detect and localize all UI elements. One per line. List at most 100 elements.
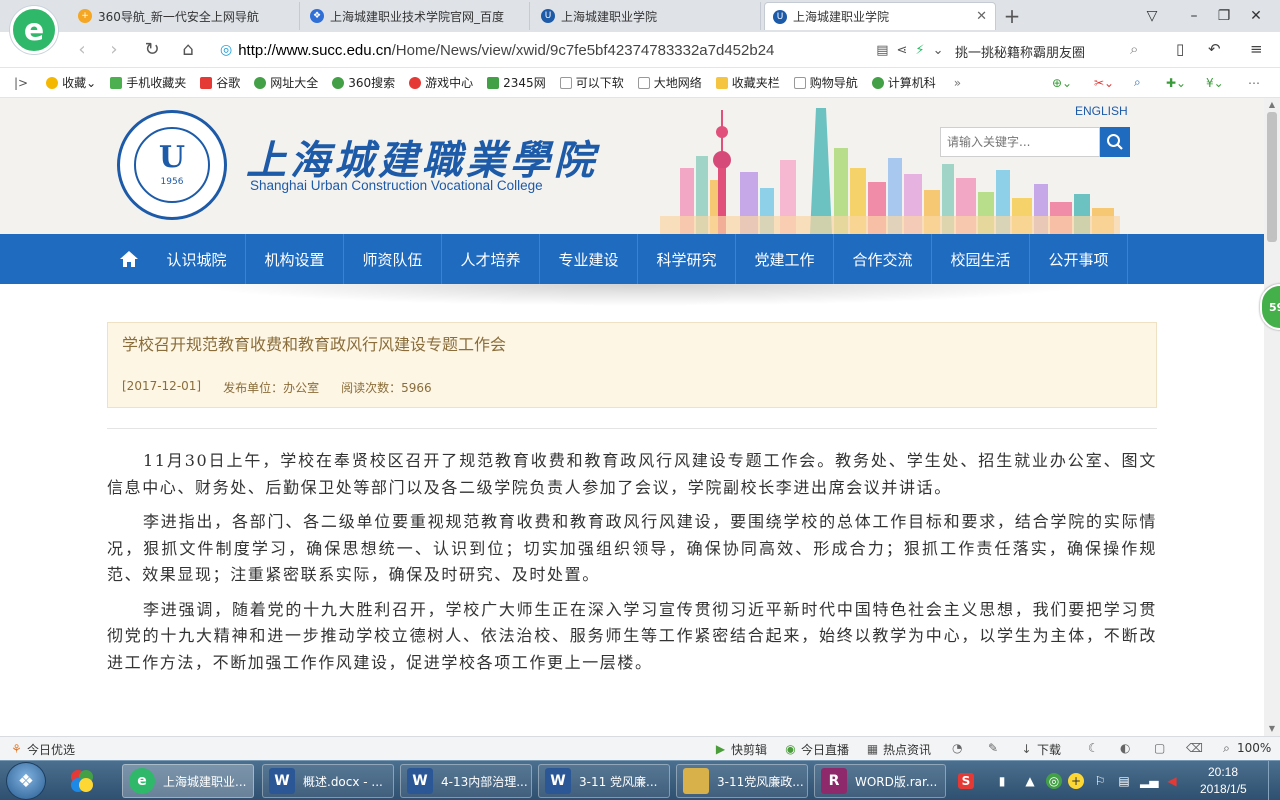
more-bookmarks-icon[interactable]: » — [954, 76, 961, 90]
new-tab-plus-icon[interactable]: + — [1000, 4, 1024, 28]
school-seal-logo[interactable]: U 1956 — [117, 110, 227, 220]
360-search-icon — [332, 76, 345, 89]
reload-icon[interactable]: ↻ — [140, 39, 164, 61]
delete-icon[interactable]: ⌫ — [1186, 741, 1203, 755]
bookmark-item[interactable]: 收藏 ⌄ — [46, 74, 96, 91]
sound-icon[interactable]: ◐ — [1120, 741, 1130, 755]
bookmark-item[interactable]: 手机收藏夹 — [110, 74, 186, 91]
close-icon[interactable]: ✕ — [968, 9, 987, 24]
nav-item-cooperation[interactable]: 合作交流 — [834, 234, 932, 284]
site-search-input[interactable] — [940, 127, 1100, 157]
more-tools-icon[interactable]: ⋯ — [1248, 76, 1260, 90]
close-window-icon[interactable]: ✕ — [1242, 5, 1270, 27]
share-icon[interactable]: ⋖ — [897, 43, 908, 58]
browser-tab-3-active[interactable]: U 上海城建职业学院 ✕ — [764, 2, 996, 30]
taskbar-item-word-1[interactable]: W 概述.docx - ... — [262, 764, 394, 798]
game-controller-icon[interactable]: ✚⌄ — [1166, 76, 1186, 90]
sidebar-toggle-icon[interactable]: |> — [14, 76, 28, 90]
undo-icon[interactable]: ↶ — [1208, 40, 1221, 58]
url-bar[interactable]: ◎ http://www.succ.edu.cn/Home/News/view/… — [220, 37, 948, 63]
chevron-down-icon[interactable]: ⌄ — [933, 43, 944, 58]
hot-news[interactable]: ▦ 热点资讯 — [866, 741, 931, 758]
nav-item-campus-life[interactable]: 校园生活 — [932, 234, 1030, 284]
moon-night-icon[interactable]: ☾ — [1088, 741, 1099, 755]
bookmark-item[interactable]: 计算机科 — [871, 74, 936, 91]
clipboard-icon[interactable]: ▤ — [1116, 773, 1132, 789]
home-icon[interactable] — [110, 234, 148, 284]
bookmark-item[interactable]: 谷歌 — [200, 74, 240, 91]
speed-icon[interactable]: ◔ — [952, 741, 962, 755]
nav-item-public-affairs[interactable]: 公开事项 — [1030, 234, 1128, 284]
minimize-icon[interactable]: – — [1180, 5, 1208, 27]
nav-item-faculty[interactable]: 师资队伍 — [344, 234, 442, 284]
browser-tab-0[interactable]: + 360导航_新一代安全上网导航 — [70, 2, 300, 30]
back-arrow-icon[interactable]: ‹ — [70, 39, 94, 61]
volume-muted-icon[interactable]: ◀ — [1164, 773, 1180, 789]
restore-icon[interactable]: ❐ — [1210, 5, 1238, 27]
browser-logo-icon[interactable]: e — [10, 6, 58, 54]
nav-item-research[interactable]: 科学研究 — [638, 234, 736, 284]
shopping-yen-icon[interactable]: ¥⌄ — [1206, 76, 1224, 90]
clock-date[interactable]: 2018/1/5 — [1200, 782, 1247, 796]
bookmark-item[interactable]: 360搜索 — [332, 74, 395, 91]
downloads[interactable]: ↓ 下载 — [1020, 741, 1061, 758]
zoom-level[interactable]: ⌕ 100% — [1220, 741, 1271, 755]
search-tool-icon[interactable]: ⌕ — [1134, 75, 1141, 90]
site-search-button[interactable] — [1100, 127, 1130, 157]
extension-translate-icon[interactable]: ⊕⌄ — [1052, 76, 1072, 90]
home-icon[interactable]: ⌂ — [176, 39, 200, 61]
360-guard-icon[interactable]: + — [1068, 773, 1084, 789]
screenshot-scissors-icon[interactable]: ✂⌄ — [1094, 76, 1114, 90]
bookmark-item[interactable]: 购物导航 — [793, 74, 858, 91]
quick-edit[interactable]: ▶ 快剪辑 — [714, 741, 767, 758]
scroll-down-icon[interactable]: ▼ — [1264, 722, 1280, 736]
usb-device-icon[interactable]: ▮ — [994, 773, 1010, 789]
sogou-input-icon[interactable]: S — [958, 773, 974, 789]
window-icon[interactable]: ▢ — [1154, 741, 1165, 755]
security-guard-icon[interactable]: ◎ — [1046, 773, 1062, 789]
address-toolbar: ‹ › ↻ ⌂ ◎ http://www.succ.edu.cn/Home/Ne… — [0, 32, 1280, 68]
speed-mode-icon[interactable]: ⚡ — [915, 43, 924, 58]
phone-icon[interactable]: ▯ — [1176, 40, 1184, 58]
browser-tab-1[interactable]: ❖ 上海城建职业技术学院官网_百度 — [302, 2, 530, 30]
word-icon: W — [269, 768, 295, 794]
network-warning-icon[interactable]: ⚐ — [1092, 773, 1108, 789]
today-picks[interactable]: ⚘ 今日优选 — [10, 741, 75, 758]
nav-item-party-building[interactable]: 党建工作 — [736, 234, 834, 284]
bookmark-item[interactable]: 2345网 — [487, 74, 546, 91]
forward-arrow-icon[interactable]: › — [102, 39, 126, 61]
bookmark-item[interactable]: 网址大全 — [254, 74, 318, 91]
clock-time[interactable]: 20:18 — [1208, 765, 1238, 779]
bookmark-item[interactable]: 可以下软 — [559, 74, 624, 91]
nav-item-majors[interactable]: 专业建设 — [540, 234, 638, 284]
bookmark-item[interactable]: 游戏中心 — [409, 74, 473, 91]
reader-mode-icon[interactable]: ▤ — [876, 43, 888, 58]
start-button[interactable]: ❖ — [6, 762, 46, 800]
nav-item-organization[interactable]: 机构设置 — [246, 234, 344, 284]
english-link[interactable]: ENGLISH — [1075, 104, 1128, 118]
browser-tab-2[interactable]: U 上海城建职业学院 — [533, 2, 761, 30]
search-suggestion[interactable]: 挑一挑秘籍称霸朋友圈 — [955, 42, 1085, 61]
taskbar-item-folder[interactable]: 3-11党风廉政... — [676, 764, 808, 798]
scroll-up-icon[interactable]: ▲ — [1264, 98, 1280, 112]
nav-item-talent-training[interactable]: 人才培养 — [442, 234, 540, 284]
taskbar-item-word-3[interactable]: W 3-11 党风廉... — [538, 764, 670, 798]
shirt-skin-icon[interactable]: ▽ — [1138, 5, 1166, 27]
signal-icon[interactable]: ▂▄ — [1140, 773, 1158, 789]
show-desktop-button[interactable] — [1268, 761, 1280, 800]
pinned-app-360-icon[interactable] — [60, 764, 104, 798]
menu-icon[interactable]: ≡ — [1250, 40, 1263, 58]
scroll-thumb[interactable] — [1267, 112, 1277, 242]
taskbar-item-winrar[interactable]: R WORD版.rar... — [814, 764, 946, 798]
today-live[interactable]: ◉ 今日直播 — [784, 741, 849, 758]
nav-item-about[interactable]: 认识城院 — [148, 234, 246, 284]
tools-icon[interactable]: ✎ — [988, 741, 998, 755]
vertical-scrollbar[interactable]: ▲ ▼ — [1264, 98, 1280, 736]
taskbar-item-word-2[interactable]: W 4-13内部治理... — [400, 764, 532, 798]
bookmark-item[interactable]: 收藏夹栏 — [715, 74, 780, 91]
taskbar-item-browser[interactable]: e 上海城建职业... — [122, 764, 254, 798]
url-text[interactable]: http://www.succ.edu.cn/Home/News/view/xw… — [238, 42, 868, 59]
tray-expand-icon[interactable]: ▲ — [1022, 773, 1038, 789]
search-icon[interactable]: ⌕ — [1130, 40, 1138, 58]
bookmark-item[interactable]: 大地网络 — [637, 74, 702, 91]
